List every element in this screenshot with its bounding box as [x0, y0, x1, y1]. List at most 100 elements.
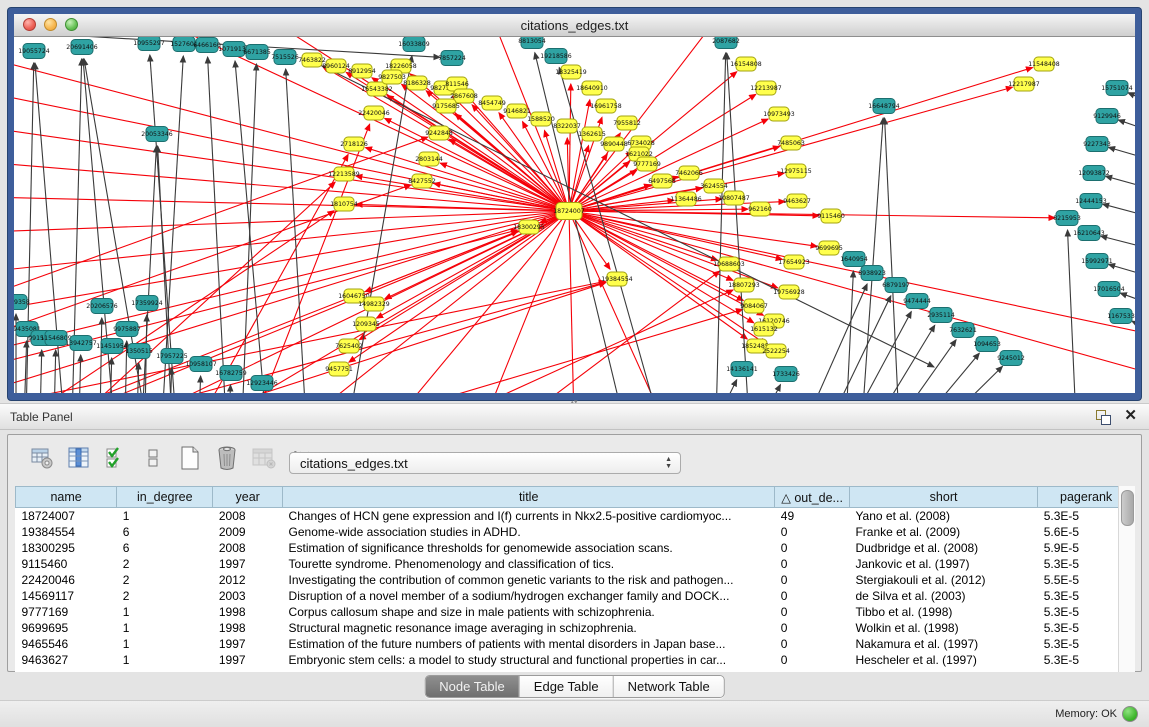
graph-node[interactable]: 6879197: [882, 278, 910, 293]
graph-node[interactable]: 11451954: [96, 339, 128, 354]
graph-node[interactable]: 20206576: [86, 299, 118, 314]
column-header-year[interactable]: year: [213, 487, 283, 508]
column-header-title[interactable]: title: [283, 487, 775, 508]
graph-edge[interactable]: [569, 211, 718, 260]
graph-edge[interactable]: [54, 350, 56, 393]
table-row[interactable]: 911546021997Tourette syndrome. Phenomeno…: [16, 556, 1135, 572]
graph-node[interactable]: 7955812: [613, 116, 641, 130]
graph-node[interactable]: 8427552: [408, 174, 436, 188]
float-panel-icon[interactable]: [1096, 410, 1111, 425]
graph-node[interactable]: 11364486: [670, 192, 702, 206]
graph-node[interactable]: 8186328: [403, 76, 431, 90]
graph-node[interactable]: 6671385: [243, 45, 271, 60]
graph-node[interactable]: 1588520: [527, 112, 555, 126]
graph-node[interactable]: 6497568: [648, 174, 676, 188]
graph-node[interactable]: 16154808: [730, 57, 762, 71]
column-header-name[interactable]: name: [16, 487, 117, 508]
graph-node[interactable]: 17654923: [778, 255, 810, 269]
graph-edge[interactable]: [1109, 147, 1135, 162]
close-panel-icon[interactable]: ✕: [1124, 408, 1137, 424]
graph-node[interactable]: 8454749: [478, 96, 506, 110]
graph-node[interactable]: 1167533: [1107, 309, 1135, 324]
graph-node[interactable]: 1615132: [750, 322, 778, 336]
graph-node[interactable]: 1640954: [840, 252, 868, 267]
graph-node[interactable]: 9457751: [325, 362, 353, 376]
graph-node[interactable]: 16033809: [398, 37, 430, 52]
graph-node[interactable]: 16961758: [590, 99, 622, 113]
graph-node[interactable]: 20691406: [66, 40, 98, 55]
graph-edge[interactable]: [852, 312, 911, 393]
graph-node[interactable]: 9890448: [600, 137, 628, 151]
graph-edge[interactable]: [716, 53, 726, 393]
graph-node[interactable]: 15992971: [1081, 254, 1113, 269]
graph-node[interactable]: 12213589: [328, 167, 360, 181]
table-row[interactable]: 2242004622012Investigating the contribut…: [16, 572, 1135, 588]
graph-node[interactable]: 12093872: [1078, 166, 1110, 181]
graph-edge[interactable]: [208, 57, 226, 393]
graph-node[interactable]: 10955297: [133, 37, 165, 51]
graph-node[interactable]: 1350515: [125, 344, 153, 359]
tab-network-table[interactable]: Network Table: [614, 676, 724, 697]
graph-node[interactable]: 1209345: [352, 317, 380, 331]
close-window-button[interactable]: [23, 18, 36, 31]
graph-node[interactable]: 10958107: [185, 357, 217, 372]
graph-edge[interactable]: [214, 211, 569, 393]
graph-edge[interactable]: [1068, 230, 1076, 393]
graph-node[interactable]: 1810754: [330, 197, 358, 211]
graph-node[interactable]: 16648794: [868, 99, 900, 114]
table-row[interactable]: 977716911998Corpus callosum shape and si…: [16, 604, 1135, 620]
graph-node[interactable]: 9242848: [425, 126, 453, 140]
table-row[interactable]: 1830029562008Estimation of significance …: [16, 540, 1135, 556]
graph-node[interactable]: 9827503: [378, 70, 406, 84]
graph-node[interactable]: 9115460: [817, 209, 845, 223]
graph-node[interactable]: 12444153: [1075, 194, 1107, 209]
graph-node[interactable]: 8322037: [553, 119, 581, 133]
graph-node[interactable]: 14136141: [726, 362, 758, 377]
graph-edge[interactable]: [229, 385, 231, 393]
graph-node[interactable]: 8813054: [518, 37, 546, 49]
graph-node[interactable]: 7857224: [438, 51, 466, 66]
graph-node[interactable]: 2803144: [415, 152, 443, 166]
graph-node[interactable]: 2087682: [712, 37, 740, 49]
graph-node[interactable]: 9699695: [815, 241, 843, 255]
column-header-out_de[interactable]: △ out_de...: [775, 487, 850, 508]
table-row[interactable]: 1872400712008Changes of HCN gene express…: [16, 508, 1135, 525]
graph-node[interactable]: 3624554: [700, 179, 728, 193]
graph-node[interactable]: 7462066: [675, 166, 703, 180]
graph-node[interactable]: 19384554: [601, 272, 633, 286]
graph-node[interactable]: 17359924: [131, 296, 163, 311]
column-header-in_degree[interactable]: in_degree: [117, 487, 213, 508]
graph-node[interactable]: 8960124: [322, 59, 350, 73]
graph-node[interactable]: 1362615: [578, 127, 606, 141]
scrollbar-thumb[interactable]: [1121, 490, 1134, 526]
graph-edge[interactable]: [1118, 120, 1135, 134]
row-options-button[interactable]: [139, 444, 167, 472]
show-columns-button[interactable]: [65, 444, 93, 472]
graph-node[interactable]: 1919358: [14, 295, 30, 310]
graph-node[interactable]: 9245012: [997, 351, 1025, 366]
graph-node[interactable]: 9463627: [783, 194, 811, 208]
graph-edge[interactable]: [559, 68, 659, 393]
graph-node[interactable]: 13942757: [65, 336, 97, 351]
graph-edge[interactable]: [569, 211, 1055, 218]
table-row[interactable]: 1938455462009Genome-wide association stu…: [16, 524, 1135, 540]
graph-node[interactable]: 7485063: [777, 136, 805, 150]
network-canvas[interactable]: 1872400718300295193845547463822896012489…: [14, 37, 1135, 393]
graph-edge[interactable]: [885, 118, 899, 393]
graph-node[interactable]: 19218586: [540, 49, 572, 64]
graph-node[interactable]: 7632621: [949, 323, 977, 338]
graph-node[interactable]: 12923446: [246, 376, 278, 391]
graph-node[interactable]: 18724007: [553, 203, 585, 220]
graph-node[interactable]: 9975887: [113, 322, 141, 337]
select-columns-button[interactable]: [102, 444, 130, 472]
graph-node[interactable]: 15751074: [1101, 81, 1133, 96]
graph-edge[interactable]: [569, 211, 574, 393]
graph-node[interactable]: 12975115: [780, 164, 812, 178]
graph-node[interactable]: 19055724: [18, 44, 50, 59]
graph-edge[interactable]: [830, 296, 891, 393]
network-window-titlebar[interactable]: citations_edges.txt: [14, 14, 1135, 37]
graph-node[interactable]: 18325419: [555, 65, 587, 79]
graph-node[interactable]: 962160: [748, 202, 772, 216]
graph-node[interactable]: 9227343: [1083, 137, 1111, 152]
graph-edge[interactable]: [569, 211, 782, 259]
